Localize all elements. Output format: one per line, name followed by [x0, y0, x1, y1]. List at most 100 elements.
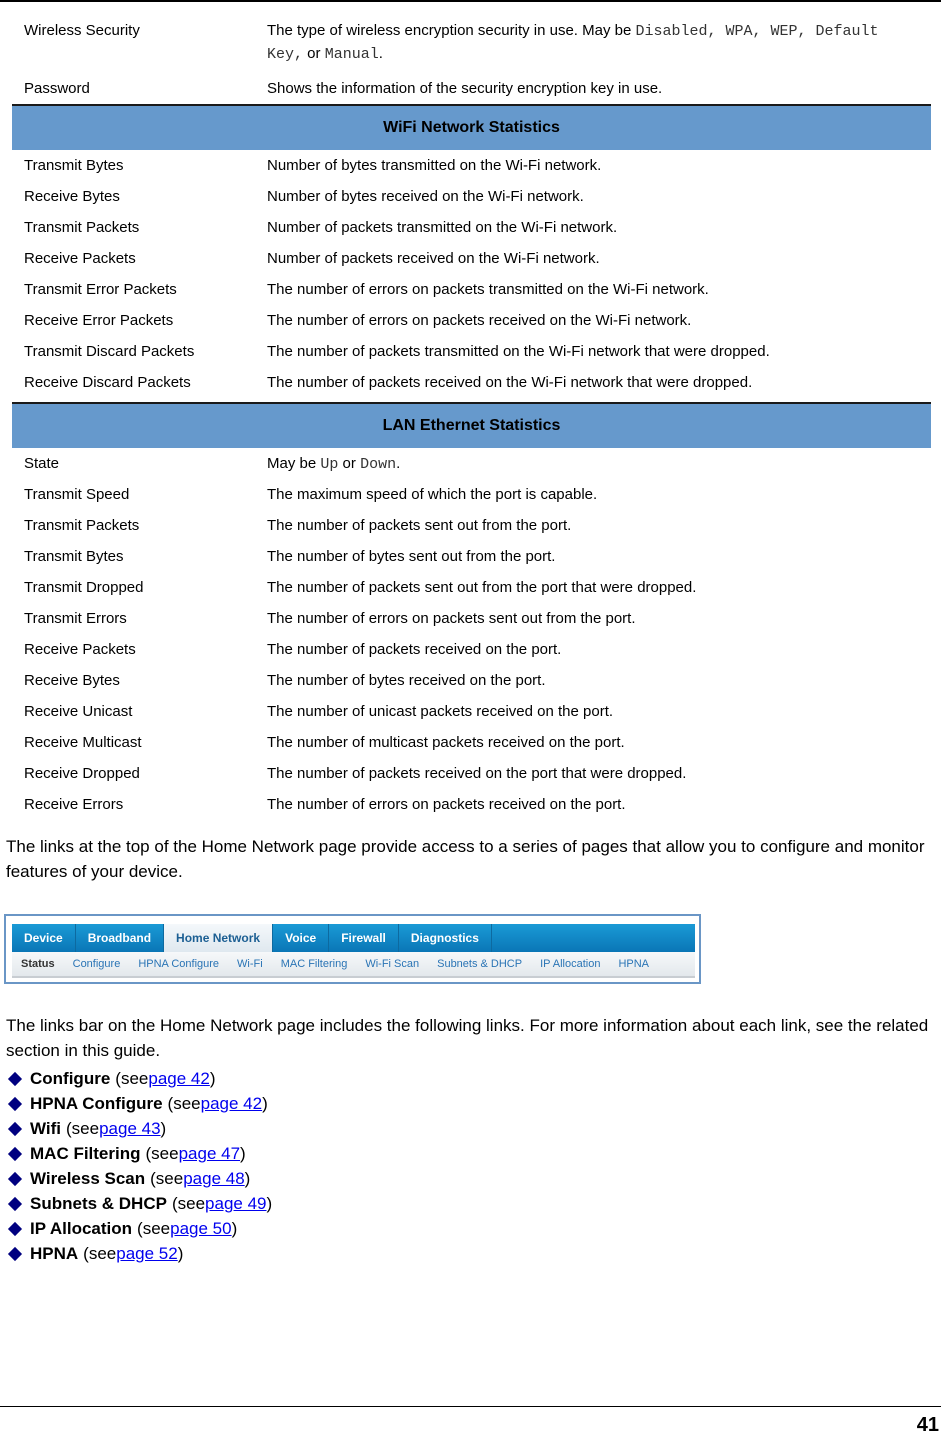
section-header-lan: LAN Ethernet Statistics — [12, 402, 931, 448]
row-term: State — [24, 455, 60, 472]
page-number: 41 — [916, 1414, 939, 1436]
see-close-text: ) — [231, 1219, 238, 1238]
table-row: State May be Up or Down. — [12, 448, 931, 479]
table-row: Receive Dropped The number of packets rec… — [12, 758, 931, 789]
section-header-wifi: WiFi Network Statistics — [12, 104, 931, 150]
row-term: Receive Packets — [24, 641, 136, 658]
link-name: Wireless Scan — [30, 1169, 146, 1188]
row-desc: The number of packets sent out from the … — [267, 517, 572, 534]
table-row: Receive Errors The number of errors on pa… — [12, 789, 931, 820]
nav-subtab[interactable]: Configure — [64, 952, 130, 976]
row-term: Transmit Bytes — [24, 548, 124, 565]
nav-subtabs: Status Configure HPNA Configure Wi-Fi MAC Fi… — [12, 952, 695, 978]
row-desc: The number of packets sent out from the … — [267, 579, 697, 596]
row-term: Transmit Discard Packets — [24, 343, 195, 360]
table-row: Receive Discard Packets The number of pac… — [12, 367, 931, 398]
see-text: (see — [145, 1144, 179, 1163]
row-term: Transmit Errors — [24, 610, 127, 627]
list-item: Configure (see page 42) — [6, 1066, 272, 1091]
diamond-bullet-icon — [7, 1246, 23, 1261]
row-desc: The number of errors on packets transmit… — [267, 281, 709, 298]
list-item: IP Allocation (see page 50) — [6, 1216, 272, 1241]
nav-subtab[interactable]: Subnets & DHCP — [428, 952, 531, 976]
table-row: Transmit Discard Packets The number of pa… — [12, 336, 931, 367]
footer-rule — [0, 1406, 941, 1407]
nav-subtab[interactable]: MAC Filtering — [272, 952, 357, 976]
list-item: Subnets & DHCP (see page 49) — [6, 1191, 272, 1216]
diamond-bullet-icon — [7, 1171, 23, 1186]
see-text: (see — [167, 1094, 201, 1113]
nav-tab[interactable]: Home Network — [164, 924, 274, 952]
nav-subtab[interactable]: IP Allocation — [531, 952, 609, 976]
nav-tab[interactable]: Broadband — [76, 924, 165, 952]
table-row: Transmit Packets Number of packets transm… — [12, 212, 931, 243]
see-text: (see — [115, 1069, 149, 1088]
nav-screenshot: Device Broadband Home Network Voice Firewall… — [4, 914, 701, 984]
nav-tab[interactable]: Device — [12, 924, 76, 952]
nav-tab[interactable]: Firewall — [329, 924, 399, 952]
desc-text: . — [396, 455, 401, 472]
row-desc: Number of bytes received on the Wi-Fi ne… — [267, 188, 584, 205]
nav-subtab[interactable]: Wi-Fi Scan — [356, 952, 428, 976]
page-link[interactable]: page 47 — [179, 1141, 240, 1166]
list-item: HPNA (see page 52) — [6, 1241, 272, 1266]
list-item: Wireless Scan (see page 48) — [6, 1166, 272, 1191]
diamond-bullet-icon — [7, 1221, 23, 1236]
link-name: Wifi — [30, 1119, 62, 1138]
nav-subtab[interactable]: Status — [12, 952, 64, 976]
see-text: (see — [150, 1169, 184, 1188]
link-name: MAC Filtering — [30, 1144, 141, 1163]
page-link[interactable]: page 49 — [205, 1191, 266, 1216]
table-row: Transmit Speed The maximum speed of which… — [12, 479, 931, 510]
links-paragraph: The links bar on the Home Network page i… — [6, 1016, 929, 1060]
wifi-rows: Transmit Bytes Number of bytes transmitte… — [12, 150, 931, 398]
row-term: Transmit Speed — [24, 486, 130, 503]
row-term: Receive Unicast — [24, 703, 133, 720]
row-desc: The maximum speed of which the port is c… — [267, 486, 598, 503]
nav-subtab[interactable]: HPNA Configure — [129, 952, 228, 976]
desc-text: . — [378, 45, 383, 62]
see-close-text: ) — [244, 1169, 251, 1188]
row-term: Receive Discard Packets — [24, 374, 191, 391]
page-link[interactable]: page 42 — [148, 1066, 209, 1091]
row-desc: Number of packets transmitted on the Wi-… — [267, 219, 618, 236]
top-rule — [0, 0, 941, 2]
row-term: Transmit Packets — [24, 517, 140, 534]
list-item: MAC Filtering (see page 47) — [6, 1141, 272, 1166]
table-row: Receive Packets Number of packets receive… — [12, 243, 931, 274]
table-row: Wireless Security The type of wireless e… — [12, 20, 931, 64]
table-row: Transmit Bytes The number of bytes sent o… — [12, 541, 931, 572]
row-desc: The number of packets transmitted on the… — [267, 343, 770, 360]
row-term: Receive Packets — [24, 250, 136, 267]
page-link[interactable]: page 52 — [116, 1241, 177, 1266]
nav-tabs: Device Broadband Home Network Voice Firewall… — [12, 924, 695, 952]
definitions-table: Wireless Security The type of wireless e… — [12, 20, 931, 820]
see-close-text: ) — [240, 1144, 246, 1163]
page-link[interactable]: page 50 — [170, 1216, 231, 1241]
see-close-text: ) — [262, 1094, 268, 1113]
desc-code: Manual — [324, 46, 379, 63]
lan-rows: Transmit Speed The maximum speed of which… — [12, 479, 931, 820]
see-text: (see — [66, 1119, 100, 1138]
row-term: Receive Bytes — [24, 188, 120, 205]
page-link[interactable]: page 42 — [201, 1091, 262, 1116]
row-desc: The number of errors on packets received… — [267, 312, 692, 329]
row-desc: The number of errors on packets sent out… — [267, 610, 636, 627]
table-row: Receive Multicast The number of multicast… — [12, 727, 931, 758]
page-link[interactable]: page 48 — [183, 1166, 244, 1191]
nav-tab[interactable]: Voice — [273, 924, 330, 952]
row-term: Receive Bytes — [24, 672, 120, 689]
link-name: HPNA Configure — [30, 1094, 163, 1113]
nav-tab[interactable]: Diagnostics — [399, 924, 492, 952]
page-link[interactable]: page 43 — [99, 1116, 160, 1141]
nav-subtab[interactable]: HPNA — [609, 952, 658, 976]
see-close-text: ) — [209, 1069, 216, 1088]
see-close-text: ) — [160, 1119, 167, 1138]
row-desc: The number of bytes received on the port… — [267, 672, 546, 689]
desc-text: or — [303, 45, 325, 62]
row-desc: May be Up or Down. — [267, 448, 919, 479]
row-desc: The number of packets received on the po… — [267, 765, 687, 782]
nav-subtab[interactable]: Wi-Fi — [228, 952, 272, 976]
row-term: Receive Dropped — [24, 765, 140, 782]
see-close-text: ) — [266, 1194, 273, 1213]
